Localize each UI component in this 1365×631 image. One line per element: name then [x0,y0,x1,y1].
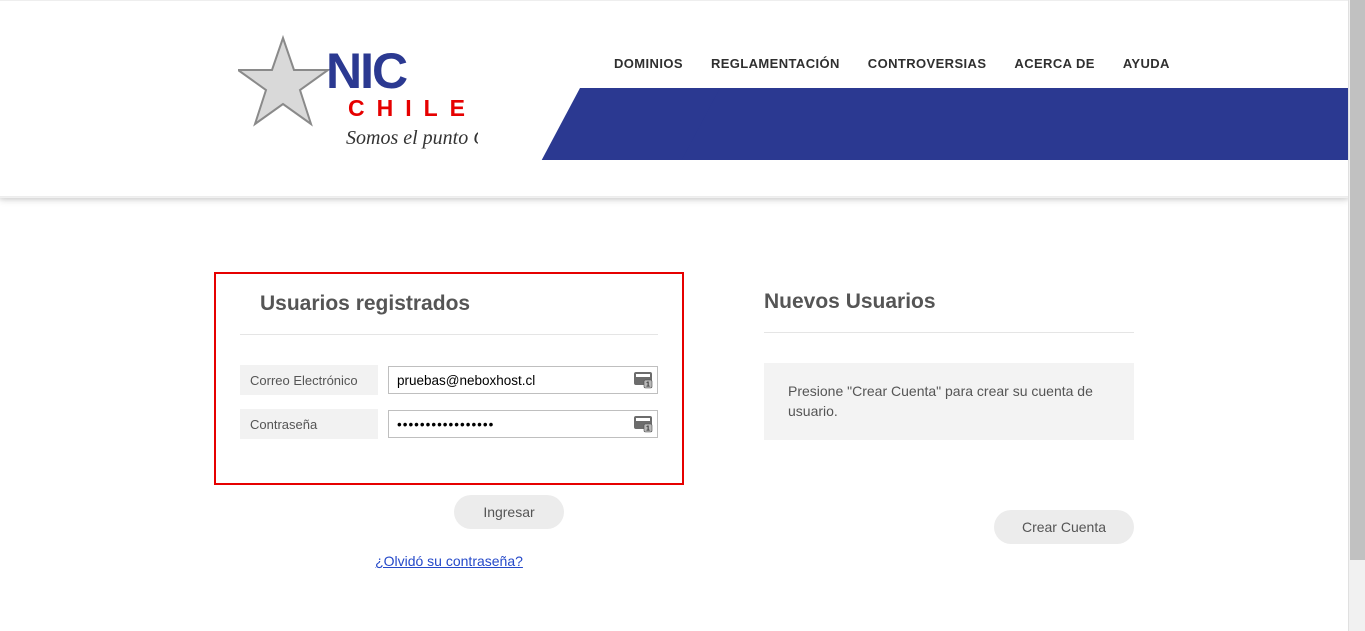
password-manager-icon[interactable]: 1 [633,370,653,390]
create-account-button[interactable]: Crear Cuenta [994,510,1134,544]
nav-item-dominios[interactable]: DOMINIOS [614,56,683,71]
login-title: Usuarios registrados [240,292,658,335]
main-content: Usuarios registrados Correo Electrónico … [174,198,1174,569]
site-logo[interactable]: NIC CHILE Somos el punto CL [238,26,478,166]
svg-text:NIC: NIC [326,43,407,99]
svg-text:1: 1 [646,382,650,389]
login-panel: Usuarios registrados Correo Electrónico … [214,272,684,485]
nav-item-ayuda[interactable]: AYUDA [1123,56,1170,71]
password-manager-icon[interactable]: 1 [633,414,653,434]
email-field[interactable] [397,373,633,388]
main-nav: DOMINIOS REGLAMENTACIÓN CONTROVERSIAS AC… [614,56,1170,71]
nav-item-controversias[interactable]: CONTROVERSIAS [868,56,987,71]
forgot-password-link[interactable]: ¿Olvidó su contraseña? [214,553,684,569]
email-row: Correo Electrónico 1 [240,365,658,395]
email-label: Correo Electrónico [240,365,378,395]
password-label: Contraseña [240,409,378,439]
nav-item-reglamentacion[interactable]: REGLAMENTACIÓN [711,56,840,71]
nav-item-acerca[interactable]: ACERCA DE [1014,56,1094,71]
logo-tagline: Somos el punto CL [346,127,478,149]
password-row: Contraseña 1 [240,409,658,439]
signup-title: Nuevos Usuarios [764,290,1134,333]
vertical-scrollbar[interactable] [1348,0,1365,631]
signup-panel: Nuevos Usuarios Presione "Crear Cuenta" … [764,272,1134,544]
scrollbar-thumb[interactable] [1350,0,1365,560]
site-header: NIC CHILE Somos el punto CL DOMINIOS REG… [0,0,1348,198]
signup-notice: Presione "Crear Cuenta" para crear su cu… [764,363,1134,440]
login-button[interactable]: Ingresar [454,495,564,529]
svg-text:1: 1 [646,426,650,433]
password-field[interactable] [397,417,633,432]
svg-text:CHILE: CHILE [348,95,477,121]
